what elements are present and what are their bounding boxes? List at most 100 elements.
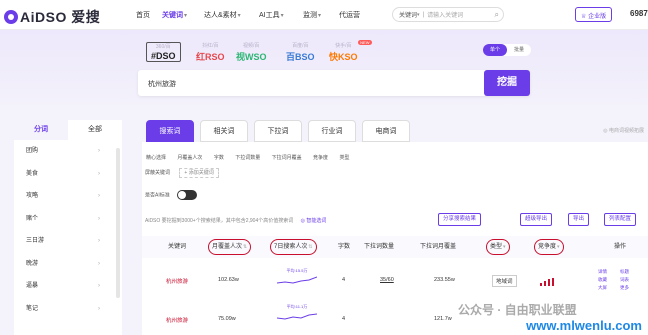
tab-all[interactable]: 全部	[68, 120, 122, 140]
nav-item-label: 达人&素材	[204, 12, 237, 19]
list-item[interactable]: 逼暴 ›	[14, 275, 122, 298]
engine-rso[interactable]: 抖红/百 红RSO	[196, 42, 225, 63]
filter-item[interactable]: 下拉词数量	[235, 155, 260, 161]
filter-item[interactable]: 下拉词月覆盖	[272, 155, 302, 161]
engine-bso[interactable]: 百度/百 百BSO	[286, 42, 315, 63]
col-label: 类型	[490, 244, 503, 250]
keyword-search-box[interactable]: 杭州旅游 挖掘	[138, 70, 530, 96]
enterprise-badge[interactable]: ♕ 企业版	[575, 7, 613, 22]
tab-related[interactable]: 相关词	[200, 120, 248, 142]
nav-item-home[interactable]: 首页	[136, 10, 150, 20]
mode-single[interactable]: 单个	[483, 44, 507, 56]
add-keyword-button[interactable]: + 添加关键词	[179, 168, 219, 178]
col-chars[interactable]: 字数	[338, 236, 350, 258]
chevron-right-icon: ›	[98, 260, 100, 267]
mode-batch[interactable]: 批量	[507, 44, 531, 56]
smart-select-button[interactable]: ◎ 智能选词	[301, 218, 327, 224]
nav-item-creators[interactable]: 达人&素材▾	[204, 10, 241, 20]
chevron-down-icon: ▾	[417, 11, 420, 18]
engine-caption: 快手/百	[335, 43, 352, 49]
enterprise-label: 企业版	[588, 14, 607, 20]
dig-button[interactable]: 挖掘	[484, 70, 530, 96]
col-label: 竞争度	[538, 244, 557, 250]
list-item[interactable]: 赌个 ›	[14, 208, 122, 231]
tab-dropdown[interactable]: 下拉词	[254, 120, 302, 142]
col-7day[interactable]: 7日搜索人次⇅	[270, 239, 317, 255]
logo-text: AiDSO 爱搜	[20, 9, 101, 25]
sparkline-chart	[276, 313, 318, 320]
engine-wso[interactable]: 视频/百 视WSO	[236, 42, 267, 63]
keyword-link[interactable]: 杭州旅游	[166, 277, 188, 285]
mode-toggle[interactable]: 单个 批量	[483, 44, 531, 56]
list-item[interactable]: 晚游 ›	[14, 253, 122, 276]
block-keywords: 屏蔽关键词 + 添加关键词	[145, 168, 219, 178]
ai-label: 是否AI标准	[145, 192, 170, 199]
favorite-button[interactable]: 收藏	[598, 276, 620, 284]
col-label: 月覆盖人次	[212, 244, 243, 250]
list-item[interactable]: 攻略 ›	[14, 185, 122, 208]
title-button[interactable]: 标题	[620, 268, 642, 276]
chevron-down-icon: ▾	[237, 13, 241, 19]
type-tag: 地域词	[492, 275, 517, 287]
filter-item[interactable]: 精心选择	[146, 155, 166, 161]
list-item-label: 笔记	[26, 305, 39, 312]
growth-link[interactable]: ◎ 电商词视频拓展	[603, 127, 644, 134]
nav-item-keywords[interactable]: 关键词▾	[162, 10, 187, 20]
sort-icon: ⇅	[243, 244, 248, 250]
nav-item-ai-tools[interactable]: AI工具▾	[259, 10, 284, 20]
dropdown-value[interactable]: 35/60	[380, 277, 394, 283]
filter-item[interactable]: 竞争度	[313, 155, 328, 161]
share-button[interactable]: 分享搜索结果	[438, 213, 482, 226]
nav-item-monitor[interactable]: 监测▾	[303, 10, 321, 20]
divider: |	[422, 11, 425, 18]
col-dropdown-count[interactable]: 下拉词数量	[364, 236, 394, 258]
search-scope[interactable]: 关键词	[399, 10, 417, 19]
export-button[interactable]: 导出	[568, 213, 590, 226]
scrollbar[interactable]	[116, 148, 120, 298]
new-badge: NEW	[358, 40, 372, 45]
nav-item-label: 监测	[303, 12, 317, 19]
detail-button[interactable]: 详情	[598, 268, 620, 276]
chevron-right-icon: ›	[98, 215, 100, 222]
engine-kso[interactable]: 快手/百 快KSO NEW	[329, 40, 372, 63]
tab-industry[interactable]: 行业词	[308, 120, 356, 142]
logo[interactable]: AiDSO 爱搜	[4, 7, 100, 27]
search-icon[interactable]: ⌕	[495, 10, 499, 20]
wordlist-button[interactable]: 词表	[620, 276, 642, 284]
top-nav: AiDSO 爱搜 首页 关键词▾ 达人&素材▾ AI工具▾ 监测▾ 代运营 关键…	[0, 0, 648, 30]
engine-dso[interactable]: 360/百 #DSO	[146, 42, 181, 62]
screen-button[interactable]: 大屏	[598, 284, 620, 292]
chevron-down-icon: ▾	[557, 244, 560, 250]
tab-ecommerce[interactable]: 电商词	[362, 120, 410, 142]
top-search[interactable]: 关键词 ▾ | 请输入关键词 ⌕	[392, 7, 504, 22]
filter-item[interactable]: 类型	[339, 155, 349, 161]
list-item[interactable]: 美食 ›	[14, 163, 122, 186]
column-config-button[interactable]: 列表配置	[604, 213, 637, 226]
chevron-right-icon: ›	[98, 170, 100, 177]
tab-segment[interactable]: 分词	[14, 120, 68, 140]
ai-toggle[interactable]	[177, 190, 198, 200]
chevron-right-icon: ›	[98, 238, 100, 244]
left-panel: 分词 全部 团购 › 美食 › 攻略 › 赌个 › 三日游 › 晚游 › 逼暴 › 笔记 ›	[14, 120, 122, 335]
list-item-label: 团购	[26, 148, 39, 154]
col-monthly[interactable]: 月覆盖人次⇅	[208, 239, 252, 255]
col-dropdown-monthly[interactable]: 下拉词月覆盖	[420, 236, 456, 258]
engine-name: 快KSO	[329, 52, 358, 62]
crown-icon: ♕	[581, 14, 587, 20]
filter-item[interactable]: 字数	[214, 155, 224, 161]
more-button[interactable]: 更多	[620, 284, 642, 292]
filter-item[interactable]: 月覆盖人次	[177, 155, 202, 161]
nav-item-agency[interactable]: 代运营	[339, 10, 360, 20]
col-competition[interactable]: 竞争度▾	[534, 239, 564, 255]
search-input[interactable]: 请输入关键词	[427, 10, 463, 19]
col-type[interactable]: 类型▾	[486, 239, 510, 255]
list-item[interactable]: 团购 ›	[14, 140, 122, 163]
list-item[interactable]: 三日游 ›	[14, 230, 122, 253]
search-input[interactable]: 杭州旅游	[148, 79, 176, 89]
super-export-button[interactable]: 超级导出	[520, 213, 553, 226]
list-item-label: 赌个	[26, 215, 39, 222]
chevron-right-icon: ›	[98, 193, 100, 199]
tab-search-words[interactable]: 搜索词	[146, 120, 194, 142]
keyword-link[interactable]: 杭州旅游	[166, 316, 188, 324]
list-item[interactable]: 笔记 ›	[14, 298, 122, 321]
